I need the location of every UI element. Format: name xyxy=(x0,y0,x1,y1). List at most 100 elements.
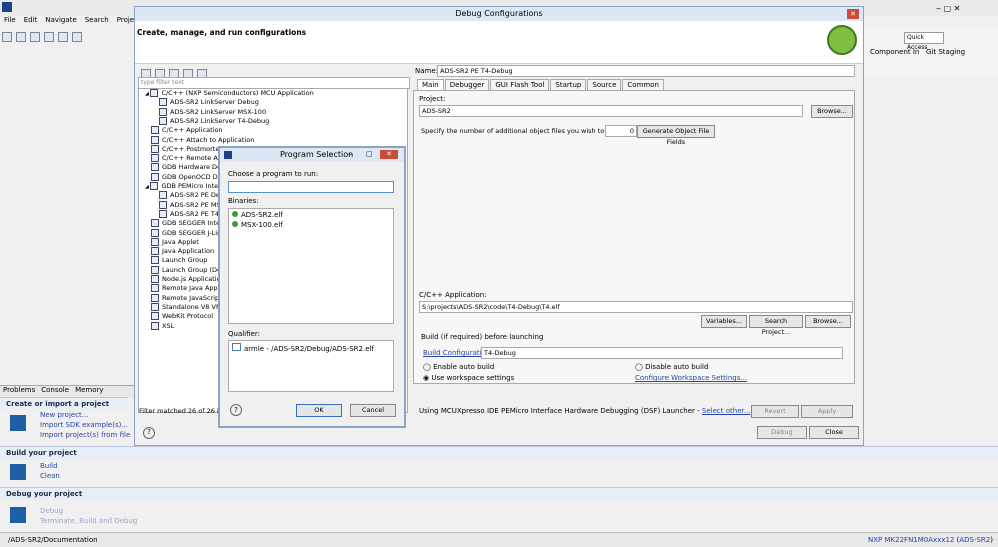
ok-button[interactable]: OK xyxy=(296,404,342,417)
new-project-link[interactable]: New project... xyxy=(40,411,88,419)
psel-help-icon[interactable]: ? xyxy=(230,404,242,416)
apply-button[interactable]: Apply xyxy=(801,405,853,418)
tab-source[interactable]: Source xyxy=(587,79,622,90)
menu-search[interactable]: Search xyxy=(85,16,109,24)
app-field[interactable]: S:\projects\ADS-SR2\code\T4-Debug\T4.elf xyxy=(419,301,853,313)
perspective-tab-git[interactable]: Git Staging xyxy=(926,48,965,56)
config-tree-item[interactable]: ◢ C/C++ (NXP Semiconductors) MCU Applica… xyxy=(145,89,314,97)
config-tree-item[interactable]: C/C++ Postmortem xyxy=(145,144,226,153)
debug-link[interactable]: Debug xyxy=(40,507,63,515)
config-tree-item[interactable]: ADS-SR2 LinkServer MSX-100 xyxy=(159,107,266,116)
status-chip[interactable]: MK22FN1M0Axxx12 xyxy=(885,536,955,544)
launch-config-icon xyxy=(159,191,167,200)
binaries-list[interactable]: ADS-SR2.elf MSX-100.elf xyxy=(228,208,394,324)
perspective-tab-component[interactable]: Component In xyxy=(870,48,919,56)
config-tree-item[interactable]: C/C++ Application xyxy=(145,126,223,135)
name-label: Name: xyxy=(415,67,439,75)
qualifier-list[interactable]: armle - /ADS-SR2/Debug/ADS-SR2.elf xyxy=(228,340,394,392)
config-tree-item[interactable]: XSL xyxy=(145,321,174,330)
quick-access-input[interactable]: Quick Access xyxy=(904,32,944,51)
config-tree-item[interactable]: Java Applet xyxy=(145,237,199,246)
clean-link[interactable]: Clean xyxy=(40,472,60,480)
config-tree-label: Java Applet xyxy=(162,237,199,246)
build-config-select[interactable]: T4-Debug xyxy=(481,347,843,359)
status-vendor[interactable]: NXP xyxy=(868,536,882,544)
config-tree-item[interactable]: Remote JavaScript xyxy=(145,293,222,302)
select-other-link[interactable]: Select other... xyxy=(702,407,751,415)
variables-button[interactable]: Variables... xyxy=(701,315,747,328)
print-icon[interactable] xyxy=(30,32,40,42)
debug-button[interactable]: Debug xyxy=(757,426,807,439)
config-tree-item[interactable]: ◢ GDB PEMicro Interfa xyxy=(145,182,227,190)
disable-auto-build-radio[interactable]: ◯ Disable auto build xyxy=(635,363,708,371)
menu-navigate[interactable]: Navigate xyxy=(45,16,76,24)
workspace-settings-radio[interactable]: ◉ Use workspace settings xyxy=(423,374,514,382)
filter-input[interactable]: type filter text xyxy=(138,77,410,89)
new-icon[interactable] xyxy=(2,32,12,42)
close-button[interactable]: Close xyxy=(809,426,859,439)
menu-edit[interactable]: Edit xyxy=(24,16,38,24)
undo-icon[interactable] xyxy=(72,32,82,42)
config-tree-item[interactable]: Launch Group (Depr xyxy=(145,265,228,274)
config-tree-item[interactable]: Remote Java Applica xyxy=(145,284,229,293)
launch-config-icon xyxy=(151,302,159,311)
revert-button[interactable]: Revert xyxy=(751,405,799,418)
build-icon[interactable] xyxy=(44,32,54,42)
config-tree-label: Java Application xyxy=(162,247,215,256)
help-icon[interactable]: ? xyxy=(143,427,155,439)
config-tree-item[interactable]: GDB Hardware Debu xyxy=(145,163,229,172)
config-tree-item[interactable]: ADS-SR2 PE MSX xyxy=(159,200,225,209)
cancel-button[interactable]: Cancel xyxy=(350,404,396,417)
psel-close-button[interactable]: ✕ xyxy=(380,150,398,159)
tab-debugger[interactable]: Debugger xyxy=(444,79,490,90)
launch-config-icon xyxy=(151,144,159,153)
menu-file[interactable]: File xyxy=(4,16,16,24)
psel-minimize[interactable]: ‒ xyxy=(348,150,358,158)
additional-files-field[interactable]: 0 xyxy=(605,125,637,137)
psel-titlebar: Program Selection xyxy=(220,148,404,162)
config-tree-item[interactable]: ADS-SR2 LinkServer Debug xyxy=(159,98,259,107)
debug-icon[interactable] xyxy=(58,32,68,42)
terminate-build-debug-link[interactable]: Terminate, Build and Debug xyxy=(40,517,137,525)
import-project-link[interactable]: Import project(s) from file system xyxy=(40,431,130,439)
browse-app-button[interactable]: Browse... xyxy=(805,315,851,328)
import-sdk-link[interactable]: Import SDK example(s)... xyxy=(40,421,128,429)
tab-startup[interactable]: Startup xyxy=(550,79,587,90)
config-tree-item[interactable]: C/C++ Attach to Application xyxy=(145,135,254,144)
config-tree-item[interactable]: ADS-SR2 LinkServer T4-Debug xyxy=(159,116,269,125)
configure-ws-link[interactable]: Configure Workspace Settings... xyxy=(635,374,747,382)
tab-common[interactable]: Common xyxy=(622,79,664,90)
binary-item[interactable]: ADS-SR2.elf xyxy=(232,211,283,219)
program-filter-input[interactable] xyxy=(228,181,394,193)
browse-project-button[interactable]: Browse... xyxy=(811,105,853,118)
tab-gui-flash-tool[interactable]: GUI Flash Tool xyxy=(490,79,550,90)
config-tree-item[interactable]: C/C++ Remote Appl xyxy=(145,154,228,163)
launch-config-icon xyxy=(151,293,159,302)
name-field[interactable]: ADS-SR2 PE T4-Debug xyxy=(437,65,855,77)
view-memory[interactable]: Memory xyxy=(75,386,103,394)
qualifier-item[interactable]: armle - /ADS-SR2/Debug/ADS-SR2.elf xyxy=(232,343,374,353)
launch-config-icon xyxy=(151,284,159,293)
status-project[interactable]: ADS-SR2 xyxy=(959,536,990,544)
config-tree-item[interactable]: ADS-SR2 PE T4-D xyxy=(159,209,226,218)
tab-main[interactable]: Main xyxy=(417,79,444,90)
view-console[interactable]: Console xyxy=(41,386,69,394)
binary-item[interactable]: MSX-100.elf xyxy=(232,221,283,229)
psel-maximize[interactable]: ▢ xyxy=(366,150,376,158)
config-tree-item[interactable]: Java Application xyxy=(145,247,215,256)
config-tree-item[interactable]: Standalone V8 VM xyxy=(145,302,222,311)
save-icon[interactable] xyxy=(16,32,26,42)
config-tabs: Main Debugger GUI Flash Tool Startup Source C… xyxy=(417,79,665,90)
quickstart-debug: Debug your project Debug Terminate, Buil… xyxy=(0,487,998,531)
config-tree-item[interactable]: Node.js Application xyxy=(145,275,225,283)
search-project-button[interactable]: Search Project... xyxy=(749,315,803,336)
dialog-close-button[interactable]: ✕ xyxy=(847,9,859,19)
build-link[interactable]: Build xyxy=(40,462,58,470)
generate-object-fields-button[interactable]: Generate Object File Fields xyxy=(637,125,715,146)
project-field[interactable]: ADS-SR2 xyxy=(419,105,803,117)
view-problems[interactable]: Problems xyxy=(3,386,35,394)
config-tree-item[interactable]: Launch Group xyxy=(145,256,207,265)
launch-config-icon xyxy=(150,89,159,97)
config-tree-item[interactable]: WebKit Protocol xyxy=(145,312,213,321)
enable-auto-build-radio[interactable]: ◯ Enable auto build xyxy=(423,363,494,371)
